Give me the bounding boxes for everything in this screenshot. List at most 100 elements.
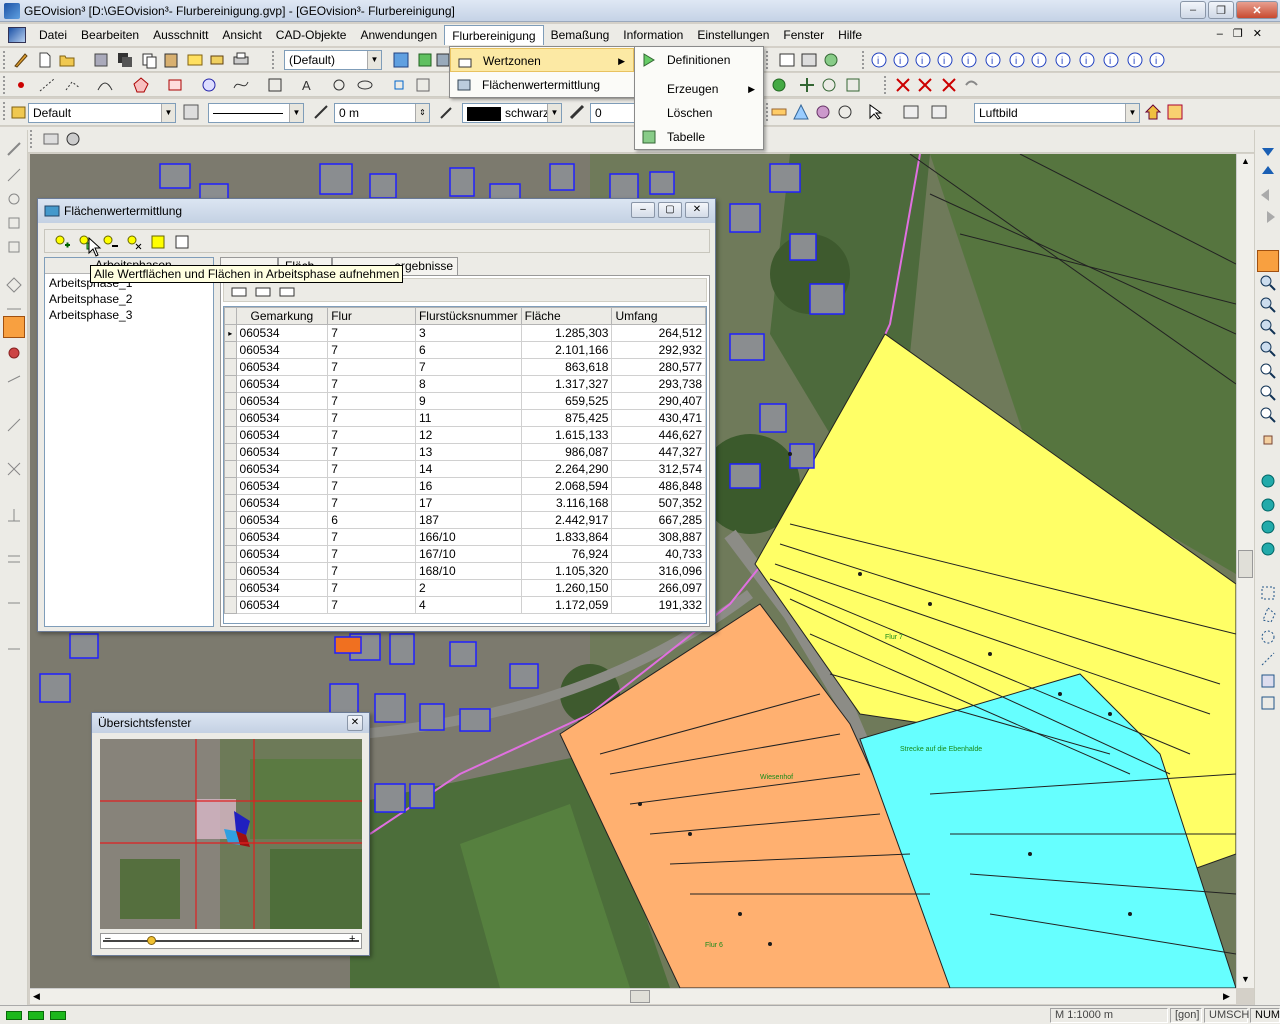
- table-cell[interactable]: 060534: [235, 443, 329, 461]
- menu-bemassung[interactable]: Bemaßung: [544, 25, 617, 45]
- edit-vertex-icon[interactable]: [5, 214, 23, 232]
- table-cell[interactable]: 060534: [235, 409, 329, 427]
- measure-icon[interactable]: [770, 103, 788, 121]
- merge-icon[interactable]: [5, 344, 23, 362]
- polygon-icon[interactable]: [132, 76, 150, 94]
- zoom-previous-icon[interactable]: [1259, 340, 1277, 358]
- table-cell[interactable]: 7: [327, 443, 416, 461]
- lasso-icon[interactable]: [836, 103, 854, 121]
- info-owner-icon[interactable]: i: [1126, 51, 1144, 69]
- table-cell[interactable]: 2.264,290: [520, 460, 613, 478]
- new-file-icon[interactable]: [36, 51, 54, 69]
- edit-line-icon[interactable]: [5, 166, 23, 184]
- properties-icon[interactable]: [902, 103, 920, 121]
- table-cell[interactable]: 292,932: [611, 341, 706, 359]
- table-cell[interactable]: 7: [327, 545, 416, 563]
- sync-icon[interactable]: [822, 51, 840, 69]
- map-vertical-scrollbar[interactable]: ▲ ▼: [1236, 154, 1254, 988]
- column-header-umfang[interactable]: Umfang: [611, 307, 706, 325]
- menu-anwendungen[interactable]: Anwendungen: [353, 25, 444, 45]
- remove-area-icon[interactable]: [254, 282, 272, 300]
- menu-datei[interactable]: Datei: [32, 25, 74, 45]
- undo-icon[interactable]: [962, 76, 980, 94]
- point-icon[interactable]: [12, 76, 30, 94]
- column-header-flurstuecksnummer[interactable]: Flurstücksnummer: [414, 307, 522, 325]
- table-cell[interactable]: 060534: [235, 341, 329, 359]
- table-cell[interactable]: 7: [414, 358, 522, 376]
- menu-ausschnitt[interactable]: Ausschnitt: [146, 25, 215, 45]
- overview-map[interactable]: [100, 739, 362, 929]
- print-icon[interactable]: [232, 51, 250, 69]
- open-folder-icon[interactable]: [58, 51, 76, 69]
- mdi-window-controls[interactable]: –❐✕: [1217, 27, 1272, 40]
- select-rectangle-icon[interactable]: [1259, 584, 1277, 602]
- table-row[interactable]: 060534 7 6 2.101,166 292,932: [224, 341, 706, 359]
- remove-areas-icon[interactable]: [125, 233, 143, 251]
- table-cell[interactable]: 060534: [235, 494, 329, 512]
- map-settings-icon[interactable]: [1166, 103, 1184, 121]
- linetype-combo[interactable]: ▼: [208, 103, 304, 123]
- globe-locate-icon[interactable]: [1259, 496, 1277, 514]
- paste-icon[interactable]: [162, 51, 180, 69]
- spline-icon[interactable]: [232, 76, 250, 94]
- menu-einstellungen[interactable]: Einstellungen: [690, 25, 776, 45]
- overview-zoom-slider[interactable]: – +: [100, 933, 362, 949]
- row-header[interactable]: [224, 528, 237, 546]
- vertical-scroll-thumb[interactable]: [1238, 550, 1253, 578]
- scale-icon[interactable]: [844, 76, 862, 94]
- status-scale[interactable]: M 1:1000 m: [1050, 1008, 1168, 1023]
- home-icon[interactable]: [1144, 103, 1162, 121]
- zoom-scale-icon[interactable]: [1259, 406, 1277, 424]
- table-cell[interactable]: 12: [414, 426, 522, 444]
- zoom-window-button[interactable]: [1257, 250, 1279, 272]
- globe-icon[interactable]: [1259, 472, 1277, 490]
- table-cell[interactable]: 060534: [235, 511, 329, 529]
- status-unit[interactable]: [gon]: [1170, 1008, 1202, 1023]
- table-cell[interactable]: 060534: [235, 426, 329, 444]
- list-item[interactable]: Arbeitsphase_2: [49, 292, 132, 306]
- offset-line-icon[interactable]: [5, 370, 23, 388]
- color-picker-icon[interactable]: [438, 103, 456, 121]
- toolbar-grip[interactable]: [884, 76, 888, 94]
- column-header-gemarkung[interactable]: Gemarkung: [235, 307, 329, 325]
- table-cell[interactable]: 060534: [235, 579, 329, 597]
- network-icon[interactable]: [770, 76, 788, 94]
- table-cell[interactable]: 7: [327, 528, 416, 546]
- info-area-icon[interactable]: i: [936, 51, 954, 69]
- table-cell[interactable]: 14: [414, 460, 522, 478]
- table-cell[interactable]: 060534: [235, 358, 329, 376]
- table-row[interactable]: 060534 7 167/10 76,924 40,733: [224, 545, 706, 563]
- table-cell[interactable]: 6: [414, 341, 522, 359]
- list-tool-icon[interactable]: [800, 51, 818, 69]
- edit-area-icon[interactable]: [5, 276, 23, 294]
- table-cell[interactable]: 659,525: [520, 392, 613, 410]
- calculate-icon[interactable]: [149, 233, 167, 251]
- table-row[interactable]: 060534 7 8 1.317,327 293,738: [224, 375, 706, 393]
- area-measure-icon[interactable]: [792, 103, 810, 121]
- layer-tool-icon[interactable]: [416, 51, 434, 69]
- offset-icon[interactable]: [312, 103, 330, 121]
- map-view-icon[interactable]: [42, 130, 60, 148]
- delete-object-icon[interactable]: [940, 76, 958, 94]
- table-cell[interactable]: 2: [414, 579, 522, 597]
- zoom-minus-icon[interactable]: [1259, 384, 1277, 402]
- table-tool-icon[interactable]: [778, 51, 796, 69]
- info-coordinate-icon[interactable]: i: [1054, 51, 1072, 69]
- table-row[interactable]: 060534 7 7 863,618 280,577: [224, 358, 706, 376]
- zoom-in-icon[interactable]: [1259, 274, 1277, 292]
- scroll-up-icon[interactable]: ▲: [1241, 156, 1250, 166]
- table-cell[interactable]: 986,087: [520, 443, 613, 461]
- info-query-icon[interactable]: i: [1148, 51, 1166, 69]
- snap-icon[interactable]: [390, 76, 408, 94]
- attributes-icon[interactable]: [930, 103, 948, 121]
- delete-line-icon[interactable]: [916, 76, 934, 94]
- globe-search-icon[interactable]: [1259, 518, 1277, 536]
- table-cell[interactable]: 264,512: [611, 324, 706, 342]
- layers-icon[interactable]: [186, 51, 204, 69]
- info-parcel-icon[interactable]: i: [1078, 51, 1096, 69]
- table-row[interactable]: 060534 7 13 986,087 447,327: [224, 443, 706, 461]
- line-width-icon[interactable]: [568, 103, 586, 121]
- info-icon[interactable]: i: [870, 51, 888, 69]
- row-header[interactable]: [224, 579, 237, 597]
- table-cell[interactable]: 875,425: [520, 409, 613, 427]
